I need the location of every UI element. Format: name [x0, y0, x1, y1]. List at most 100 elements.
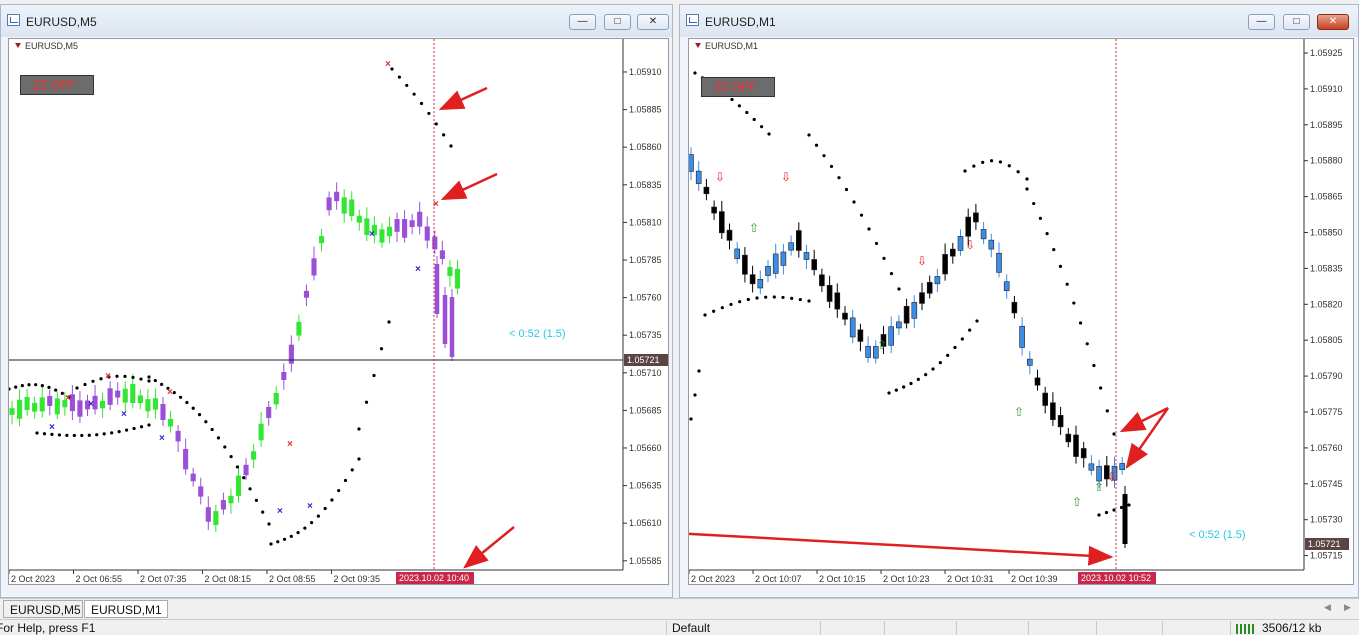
chart-window-eurusd-m5[interactable]: EURUSD,M5 — □ ✕ 1.05910 1.05885 1.05860 1.0…	[0, 4, 673, 598]
sar-dot	[72, 433, 76, 438]
candle-body	[24, 397, 30, 410]
candle-body	[934, 276, 941, 285]
candle-body	[77, 400, 83, 417]
sar-dot	[814, 143, 819, 147]
price-tick-label: 1.05835	[629, 180, 662, 190]
sar-dot	[269, 542, 273, 546]
price-tick-label: 1.05810	[629, 217, 662, 227]
sar-dot	[712, 309, 716, 313]
candle-body	[1122, 494, 1128, 544]
sar-dot	[419, 101, 424, 106]
sar-dot	[132, 426, 136, 431]
sar-dot	[115, 374, 119, 378]
candle-body	[205, 507, 211, 522]
chart-tabs-bar: EURUSD,M5 EURUSD,M1 ◀ ▶	[0, 598, 1359, 619]
sar-dot	[745, 110, 749, 115]
sar-dot	[47, 385, 51, 390]
chart-canvas[interactable]: 1.05910 1.05885 1.05860 1.05835 1.05810 1.057…	[9, 39, 669, 585]
candle-body	[842, 312, 848, 320]
chart-window-eurusd-m1[interactable]: EURUSD,M1 — □ ✕ 1.05925 1.05910 1.05895 1.0…	[679, 4, 1359, 598]
sar-dot	[102, 432, 106, 436]
window-titlebar[interactable]: EURUSD,M1 — □ ✕	[680, 5, 1358, 37]
tab-eurusd-m1[interactable]: EURUSD,M1	[84, 600, 168, 618]
minimize-button[interactable]: —	[569, 14, 596, 30]
sar-dot	[755, 296, 759, 300]
price-tick-label: 1.05895	[1310, 120, 1343, 130]
candle-body	[434, 264, 440, 314]
sar-dot	[1112, 432, 1116, 436]
close-button[interactable]: ✕	[1317, 14, 1349, 30]
sar-dot	[160, 382, 164, 386]
sar-dot	[254, 498, 258, 503]
status-traffic: 3506/12 kb	[1262, 621, 1322, 635]
candle-body	[926, 282, 933, 294]
sar-dot	[1045, 232, 1049, 236]
sar-dot	[1127, 503, 1131, 507]
chart-canvas[interactable]: 1.05925 1.05910 1.05895 1.05880 1.05865 1.058…	[689, 39, 1354, 585]
candle-body	[107, 388, 113, 405]
annotation-arrow	[440, 172, 498, 201]
price-tick-label: 1.05790	[1310, 371, 1343, 381]
candle-body	[273, 393, 279, 405]
zz-toggle-button[interactable]: ZZ OFF	[701, 77, 775, 97]
price-tick-label: 1.05835	[1310, 263, 1343, 273]
sar-dot	[924, 372, 928, 377]
sar-dot	[57, 433, 62, 437]
candle-body	[819, 274, 825, 287]
sar-dot	[87, 433, 91, 437]
sar-dot	[147, 423, 151, 427]
candle-body	[1003, 281, 1010, 292]
sar-dot	[197, 413, 202, 417]
candle-body	[1042, 392, 1049, 406]
candle-body	[228, 495, 234, 504]
candle-body	[32, 402, 38, 412]
annotation-arrow	[1125, 407, 1170, 470]
sar-dot	[357, 457, 361, 461]
tab-eurusd-m5[interactable]: EURUSD,M5	[3, 600, 83, 618]
zz-toggle-button[interactable]: ZZ OFF	[20, 75, 94, 95]
sar-dot	[1112, 508, 1116, 512]
sar-dot	[117, 429, 121, 434]
sar-dot	[746, 297, 750, 302]
signal-cross-icon: ×	[121, 409, 127, 420]
maximize-button[interactable]: □	[604, 14, 631, 30]
sar-dot	[882, 256, 886, 260]
sar-dot	[909, 381, 913, 386]
price-chart[interactable]: 1.05910 1.05885 1.05860 1.05835 1.05810 1.057…	[8, 38, 669, 585]
window-titlebar[interactable]: EURUSD,M5 — □ ✕	[1, 5, 672, 37]
sar-dot	[316, 514, 320, 518]
sar-dot	[981, 160, 985, 164]
price-tick-label: 1.05865	[1310, 192, 1343, 202]
sar-dot	[931, 367, 935, 371]
sar-dot	[960, 337, 964, 341]
sar-dot	[99, 377, 103, 381]
sar-dot	[953, 345, 957, 350]
candle-body	[849, 317, 856, 338]
sar-dot	[80, 433, 84, 438]
sar-dot	[434, 122, 438, 126]
sar-dot	[235, 465, 240, 469]
buy-arrow-icon: ⇧	[1014, 405, 1024, 419]
price-tick-label: 1.05715	[1310, 551, 1343, 561]
close-button[interactable]: ✕	[637, 14, 669, 30]
price-chart[interactable]: 1.05925 1.05910 1.05895 1.05880 1.05865 1.058…	[688, 38, 1354, 585]
candle-body	[1011, 301, 1018, 314]
sell-arrow-icon: ⇩	[715, 170, 725, 184]
sar-dot	[1025, 187, 1029, 191]
sar-dot	[427, 111, 431, 116]
price-tick-label: 1.05910	[629, 67, 662, 77]
candle-body	[454, 268, 461, 289]
minimize-button[interactable]: —	[1248, 14, 1275, 30]
scroll-right-icon[interactable]: ▶	[1344, 602, 1351, 613]
sar-dot	[147, 379, 151, 383]
price-tick-label: 1.05910	[1310, 84, 1343, 94]
window-title: EURUSD,M5	[26, 15, 97, 29]
sar-dot	[998, 160, 1003, 164]
candle-body	[160, 404, 166, 421]
sar-dot	[276, 540, 280, 544]
sar-dot	[83, 382, 87, 387]
symbol-label: EURUSD,M1	[695, 41, 758, 51]
candle-body	[788, 242, 794, 251]
scroll-left-icon[interactable]: ◀	[1324, 602, 1331, 613]
maximize-button[interactable]: □	[1283, 14, 1310, 30]
